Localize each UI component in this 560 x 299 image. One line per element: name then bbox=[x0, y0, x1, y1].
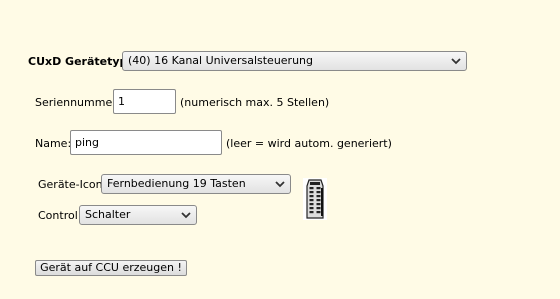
chevron-down-icon bbox=[275, 181, 285, 188]
device-type-select[interactable]: (40) 16 Kanal Universalsteuerung bbox=[122, 51, 467, 71]
device-icon-selected-value: Fernbedienung 19 Tasten bbox=[107, 177, 246, 190]
chevron-down-icon bbox=[181, 212, 191, 219]
name-hint: (leer = wird autom. generiert) bbox=[226, 137, 392, 150]
device-icon-select[interactable]: Fernbedienung 19 Tasten bbox=[101, 174, 291, 194]
serial-input[interactable]: 1 bbox=[113, 89, 176, 114]
control-select[interactable]: Schalter bbox=[79, 205, 197, 225]
device-icon-label: Geräte-Icon: bbox=[38, 178, 107, 191]
create-device-button[interactable]: Gerät auf CCU erzeugen ! bbox=[35, 260, 187, 276]
serial-label: Seriennummer: bbox=[35, 96, 121, 109]
name-label: Name: bbox=[35, 137, 72, 150]
control-label: Control: bbox=[38, 209, 82, 222]
chevron-down-icon bbox=[451, 58, 461, 65]
serial-hint: (numerisch max. 5 Stellen) bbox=[180, 96, 330, 109]
remote-control-icon bbox=[303, 178, 327, 220]
name-input[interactable]: ping bbox=[70, 130, 222, 155]
device-type-selected-value: (40) 16 Kanal Universalsteuerung bbox=[128, 54, 314, 67]
device-type-label: CUxD Gerätetyp: bbox=[28, 55, 132, 68]
control-selected-value: Schalter bbox=[85, 208, 131, 221]
